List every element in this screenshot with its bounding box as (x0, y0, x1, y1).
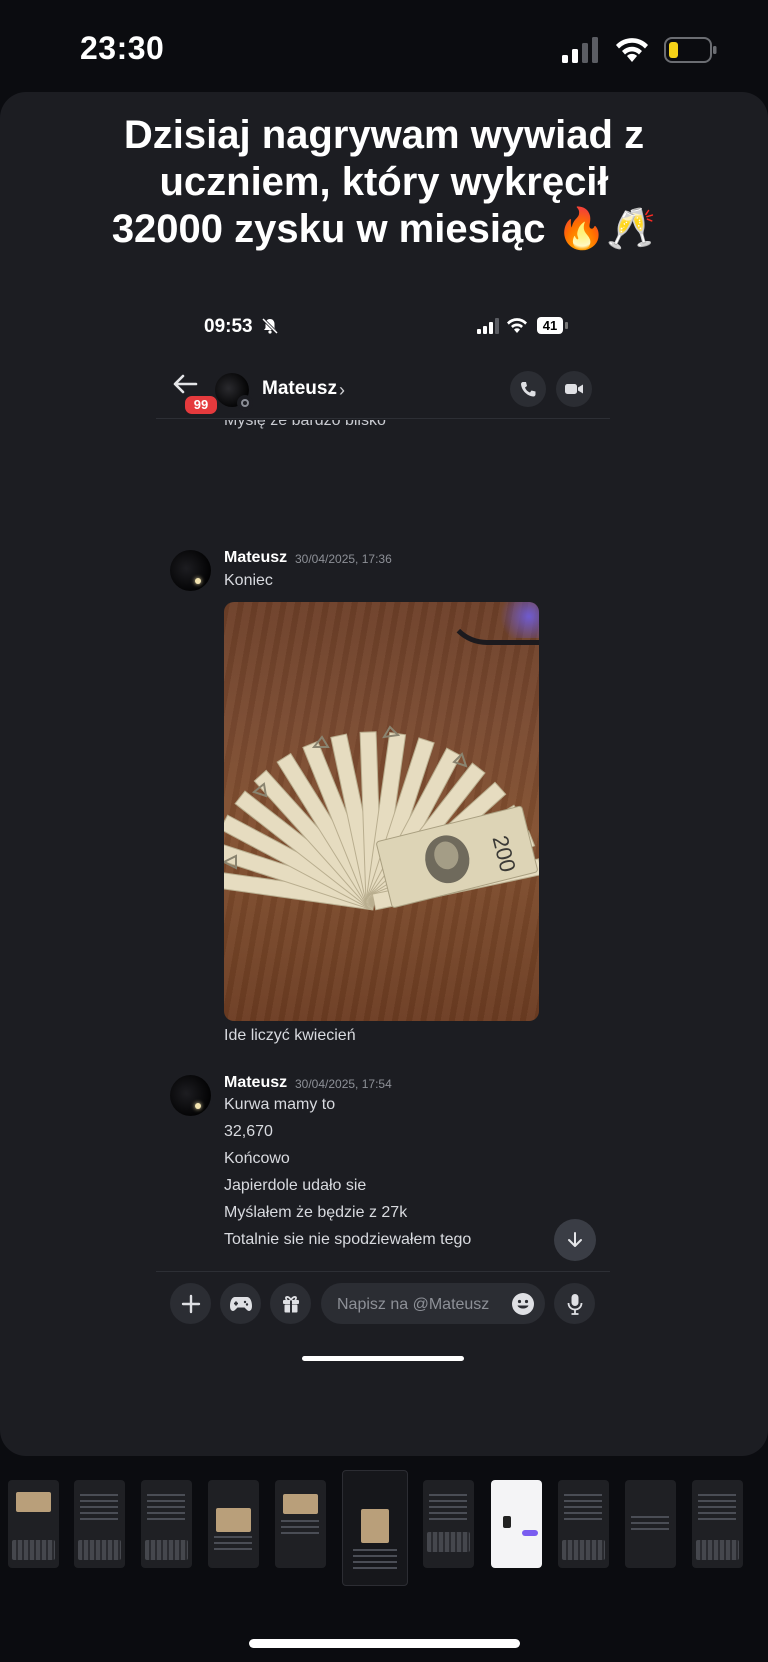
chevron-right-icon[interactable]: › (339, 380, 345, 401)
arrow-down-icon (568, 1232, 582, 1247)
inner-clock: 09:53 (204, 316, 253, 337)
money-photo-attachment[interactable]: 200 (224, 602, 539, 1021)
message-composer[interactable] (321, 1283, 545, 1326)
frame-thumbnail[interactable] (74, 1480, 125, 1568)
frame-thumbnail[interactable] (275, 1480, 326, 1568)
microphone-icon (567, 1293, 582, 1315)
message-timestamp: 30/04/2025, 17:36 (295, 552, 392, 566)
frame-thumbnail[interactable] (558, 1480, 609, 1568)
inner-battery-percent: 41 (537, 317, 563, 334)
voice-call-button[interactable] (510, 371, 546, 407)
message-text: Końcowo (224, 1150, 290, 1167)
battery-low-icon (664, 37, 717, 63)
message-input[interactable] (335, 1283, 509, 1326)
frame-thumbnail[interactable] (8, 1480, 59, 1568)
gift-icon (282, 1295, 299, 1312)
add-attachment-button[interactable] (170, 1283, 211, 1324)
offline-status-icon (237, 395, 253, 411)
frame-thumbnail[interactable] (491, 1480, 542, 1568)
video-call-button[interactable] (556, 371, 592, 407)
activities-button[interactable] (220, 1283, 261, 1324)
frame-thumbnail-active[interactable] (342, 1470, 408, 1586)
os-clock: 23:30 (80, 30, 165, 66)
frame-thumbnail[interactable] (208, 1480, 259, 1568)
inner-signal-icon (477, 318, 499, 334)
phone-icon (521, 382, 536, 397)
os-status-bar: 23:30 (0, 0, 768, 92)
composer-divider (156, 1271, 610, 1272)
unread-badge: 99 (183, 394, 219, 416)
header-avatar[interactable] (215, 373, 253, 411)
message-text: Ide liczyć kwiecień (224, 1027, 356, 1044)
message-avatar[interactable] (170, 550, 211, 591)
message-text: Kurwa mamy to (224, 1096, 336, 1113)
message-text: Myślałem że będzie z 27k (224, 1204, 408, 1221)
bell-muted-icon (261, 317, 279, 335)
message-text: Totalnie sie nie spodziewałem tego (224, 1231, 472, 1248)
message-text: Japierdole udało sie (224, 1177, 367, 1194)
cellular-signal-icon (562, 37, 598, 63)
frame-thumbnail[interactable] (423, 1480, 474, 1568)
scroll-to-bottom-button[interactable] (554, 1219, 596, 1261)
message-text: Koniec (224, 572, 273, 589)
voice-message-button[interactable] (554, 1283, 595, 1324)
gift-button[interactable] (270, 1283, 311, 1324)
frame-thumbnail[interactable] (692, 1480, 743, 1568)
frame-thumbnail[interactable] (625, 1480, 676, 1568)
smiley-icon[interactable] (511, 1292, 535, 1316)
plus-icon (181, 1294, 200, 1313)
arrow-left-icon[interactable] (172, 372, 198, 396)
inner-home-indicator (302, 1356, 464, 1361)
frame-thumbnail-strip (0, 1470, 768, 1586)
frame-thumbnail[interactable] (141, 1480, 192, 1568)
inner-battery: 41 (535, 316, 569, 335)
gamepad-icon (229, 1296, 252, 1311)
message-text: 32,670 (224, 1123, 273, 1140)
message-timestamp: 30/04/2025, 17:54 (295, 1077, 392, 1091)
video-camera-icon (565, 384, 583, 394)
home-indicator (249, 1639, 520, 1648)
message-author[interactable]: Mateusz (224, 1074, 287, 1092)
message-avatar[interactable] (170, 1075, 211, 1116)
story-caption: Dzisiaj nagrywam wywiad z uczniem, który… (111, 113, 657, 251)
message-author[interactable]: Mateusz (224, 549, 287, 567)
inner-wifi-icon (507, 318, 527, 333)
header-divider (156, 418, 610, 419)
wifi-icon (616, 38, 648, 62)
contact-name[interactable]: Mateusz (262, 378, 337, 400)
